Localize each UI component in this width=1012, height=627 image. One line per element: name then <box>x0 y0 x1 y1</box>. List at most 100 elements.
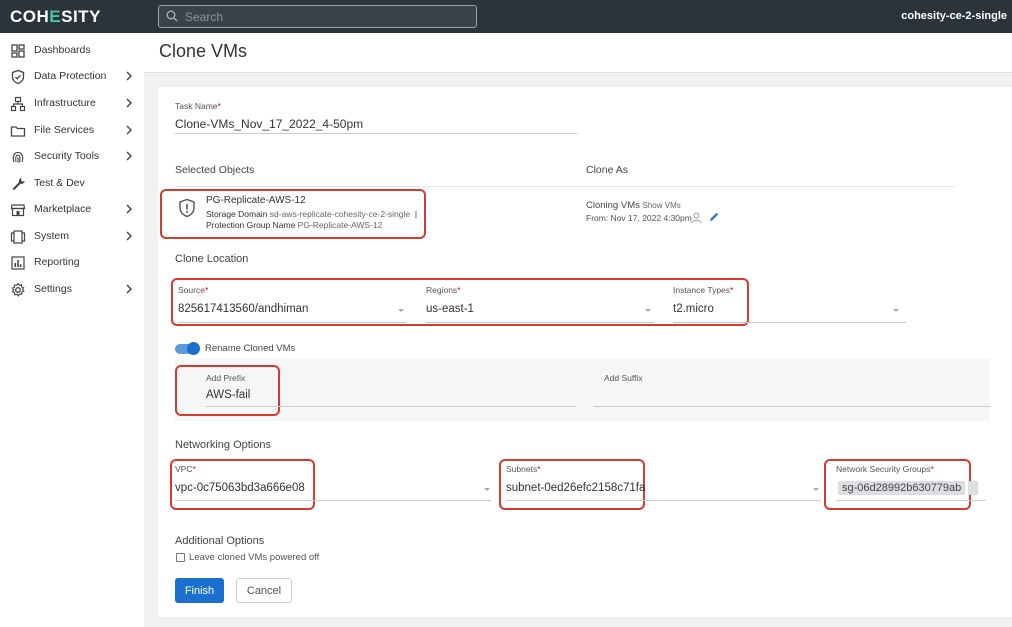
sidebar-item-dashboards[interactable]: Dashboards <box>0 38 144 64</box>
sidebar-item-label: Settings <box>34 283 72 295</box>
chevron-down-icon <box>484 488 490 491</box>
subnets-underline <box>506 500 821 501</box>
edit-icon[interactable] <box>708 211 720 223</box>
fingerprint-icon <box>12 151 24 163</box>
sidebar-item-label: Marketplace <box>34 203 92 215</box>
task-name-label: Task Name* <box>175 101 221 111</box>
chevron-right-icon <box>126 284 132 294</box>
sidebar-item-marketplace[interactable]: Marketplace <box>0 197 144 223</box>
add-suffix-underline <box>594 406 990 407</box>
regions-label: Regions* <box>426 285 461 295</box>
page-header: Clone VMs <box>144 33 1012 73</box>
store-icon <box>10 204 26 217</box>
show-vms-link[interactable]: Show VMs <box>643 201 681 210</box>
sidebar-item-reporting[interactable]: Reporting <box>0 250 144 276</box>
source-underline <box>178 322 406 323</box>
sidebar-item-label: System <box>34 230 70 242</box>
sidebar-item-system[interactable]: System <box>0 224 144 250</box>
sidebar-item-label: Reporting <box>34 256 80 268</box>
object-name[interactable]: PG-Replicate-AWS-12 <box>206 195 306 206</box>
sidebar: Dashboards Data Protection Infrastructur… <box>0 33 144 627</box>
nsg-chip[interactable]: sg-06d28992b630779ab <box>838 481 966 495</box>
folder-icon <box>10 126 26 137</box>
sidebar-item-label: Data Protection <box>34 70 107 82</box>
sidebar-item-security-tools[interactable]: Security Tools <box>0 144 144 170</box>
sidebar-item-test-dev[interactable]: Test & Dev <box>0 171 144 197</box>
vpc-select[interactable]: vpc-0c75063bd3a666e08 <box>175 482 305 494</box>
shield-icon <box>11 69 25 85</box>
finish-button[interactable]: Finish <box>175 578 224 603</box>
object-storage-domain: Storage Domain sd-aws-replicate-cohesity… <box>206 209 418 219</box>
sidebar-item-label: File Services <box>34 124 95 136</box>
task-name-input[interactable]: Clone-VMs_Nov_17_2022_4-50pm <box>175 117 363 131</box>
nsg-label: Network Security Groups* <box>836 464 934 474</box>
sidebar-item-label: Test & Dev <box>34 177 85 189</box>
source-label: Source* <box>178 285 209 295</box>
instance-types-select[interactable]: t2.micro <box>673 303 714 315</box>
system-icon <box>10 230 26 244</box>
rename-toggle[interactable] <box>175 342 205 356</box>
subnets-select[interactable]: subnet-0ed26efc2158c71fa <box>506 482 645 494</box>
search-icon <box>166 10 178 22</box>
global-search[interactable] <box>158 5 477 28</box>
add-prefix-input[interactable]: AWS-fail <box>206 389 250 401</box>
sidebar-item-label: Security Tools <box>34 150 100 162</box>
cancel-button[interactable]: Cancel <box>236 578 292 603</box>
selected-objects-heading: Selected Objects <box>175 164 255 176</box>
cluster-name[interactable]: cohesity-ce-2-single <box>901 10 1007 22</box>
clone-as-from: From: Nov 17, 2022 4:30pm <box>586 213 692 223</box>
chevron-right-icon <box>126 231 132 241</box>
clone-as-text: Cloning VMs Show VMs <box>586 200 681 211</box>
chevron-down-icon <box>813 488 819 491</box>
clone-vms-form: Task Name* Clone-VMs_Nov_17_2022_4-50pm … <box>158 87 1012 617</box>
instance-types-underline <box>673 322 906 323</box>
rename-toggle-label: Rename Cloned VMs <box>205 343 296 354</box>
chip-remove-icon[interactable] <box>968 481 978 495</box>
divider <box>175 186 955 187</box>
chevron-down-icon <box>893 309 899 312</box>
sidebar-item-label: Dashboards <box>34 44 91 56</box>
user-icon <box>691 212 702 224</box>
vpc-label: VPC* <box>175 464 196 474</box>
toggle-knob <box>187 342 200 355</box>
cohesity-logo[interactable]: COHESITY <box>10 7 101 27</box>
instance-types-label: Instance Types* <box>673 285 734 295</box>
networking-heading: Networking Options <box>175 439 271 451</box>
top-bar: COHESITY cohesity-ce-2-single <box>0 0 1012 33</box>
task-name-underline <box>175 133 577 134</box>
search-input[interactable] <box>185 8 465 25</box>
chevron-right-icon <box>126 125 132 135</box>
vpc-underline <box>175 500 491 501</box>
nsg-underline <box>836 500 986 501</box>
sidebar-item-data-protection[interactable]: Data Protection <box>0 64 144 90</box>
chevron-down-icon <box>645 309 651 312</box>
gear-icon <box>11 282 25 297</box>
chevron-right-icon <box>126 71 132 81</box>
chevron-down-icon <box>398 309 404 312</box>
sidebar-item-settings[interactable]: Settings <box>0 277 144 303</box>
report-icon <box>11 256 25 270</box>
sidebar-item-file-services[interactable]: File Services <box>0 118 144 144</box>
shield-icon <box>179 198 195 218</box>
additional-options-heading: Additional Options <box>175 535 265 547</box>
regions-select[interactable]: us-east-1 <box>426 303 474 315</box>
source-select[interactable]: 825617413560/andhiman <box>178 303 308 315</box>
dashboard-icon <box>11 44 25 58</box>
clone-location-heading: Clone Location <box>175 253 249 265</box>
wrench-icon <box>12 177 25 191</box>
add-prefix-underline <box>206 406 576 407</box>
rename-panel <box>175 359 990 421</box>
chevron-right-icon <box>126 151 132 161</box>
infrastructure-icon <box>10 96 26 112</box>
clone-as-heading: Clone As <box>586 164 629 176</box>
add-suffix-label: Add Suffix <box>604 373 643 383</box>
page-title: Clone VMs <box>159 41 248 61</box>
subnets-label: Subnets* <box>506 464 541 474</box>
chevron-right-icon <box>126 98 132 108</box>
chevron-right-icon <box>126 204 132 214</box>
sidebar-item-infrastructure[interactable]: Infrastructure <box>0 91 144 117</box>
add-prefix-label: Add Prefix <box>206 373 246 383</box>
regions-underline <box>426 322 654 323</box>
leave-powered-off-checkbox[interactable] <box>176 553 185 562</box>
leave-powered-off-label: Leave cloned VMs powered off <box>189 552 320 563</box>
